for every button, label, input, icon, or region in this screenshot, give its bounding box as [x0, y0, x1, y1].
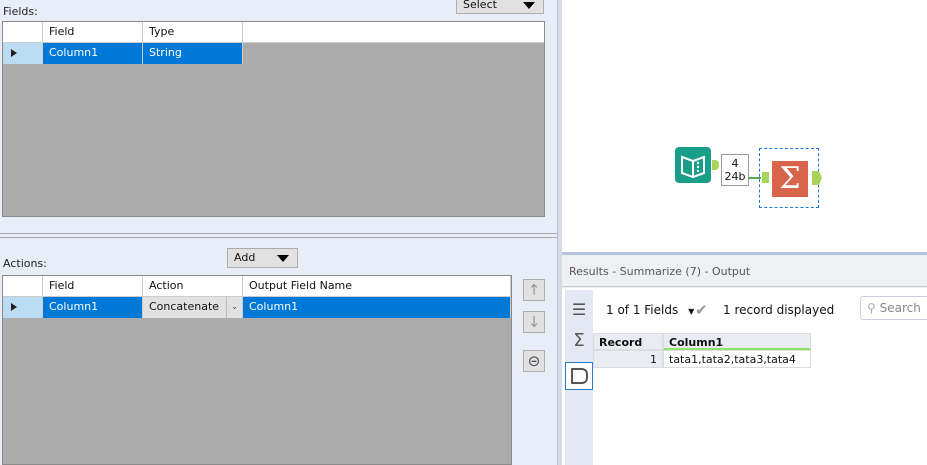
output-anchor[interactable] [712, 160, 719, 170]
table-view-icon[interactable]: ☰ [570, 300, 588, 319]
fields-grid[interactable]: Field Type Column1 String [2, 21, 545, 217]
splitter[interactable] [0, 233, 557, 238]
header-corner [3, 22, 43, 42]
sigma-icon[interactable]: Σ [570, 330, 588, 351]
cell-column1[interactable]: tata1,tata2,tata3,tata4 [663, 350, 811, 368]
col-output-field-name[interactable]: Output Field Name [243, 276, 511, 296]
output-tag-icon[interactable] [565, 362, 593, 390]
fields-selector[interactable]: 1 of 1 Fields ▼ [606, 303, 694, 317]
actions-grid-header: Field Action Output Field Name [3, 276, 511, 297]
fields-grid-header: Field Type [3, 22, 544, 43]
results-border [562, 252, 927, 255]
arrow-up-icon: ↑ [527, 281, 541, 299]
output-anchor[interactable] [812, 171, 822, 185]
col-field[interactable]: Field [43, 22, 143, 42]
minus-circle-icon: ⊝ [527, 352, 541, 370]
chevron-down-icon [277, 255, 289, 262]
select-dropdown[interactable]: Select [456, 0, 544, 14]
book-icon [681, 155, 705, 179]
arrow-down-icon: ↓ [527, 313, 541, 331]
action-select[interactable]: Concatenate ⌄ [143, 297, 243, 318]
add-label: Add [234, 251, 256, 264]
remove-button[interactable]: ⊝ [523, 350, 545, 372]
table-row[interactable]: Column1 Concatenate ⌄ Column1 [3, 297, 511, 318]
actions-label: Actions: [3, 257, 47, 270]
move-down-button[interactable]: ↓ [523, 311, 545, 333]
table-row[interactable]: Column1 String [3, 43, 243, 64]
actions-grid[interactable]: Field Action Output Field Name Column1 C… [2, 275, 512, 465]
checkmark-icon: ✔ [695, 301, 708, 319]
sigma-icon: Σ [772, 161, 808, 197]
fields-selector-label: 1 of 1 Fields [606, 303, 679, 317]
chevron-down-icon [523, 2, 535, 9]
chevron-down-icon[interactable]: ⌄ [226, 297, 242, 318]
select-label: Select [463, 0, 497, 11]
add-dropdown[interactable]: Add [227, 248, 298, 268]
record-status: 1 record displayed [723, 303, 835, 317]
cell-type[interactable]: String [143, 43, 243, 64]
workflow-canvas[interactable]: 4 24b Σ [562, 0, 927, 252]
search-input[interactable]: ⚲ Search [860, 296, 927, 320]
cell-output-field-name[interactable]: Column1 [243, 297, 511, 318]
cell-field[interactable]: Column1 [43, 297, 143, 318]
cell-field[interactable]: Column1 [43, 43, 143, 64]
cell-record: 1 [593, 350, 663, 368]
col-field[interactable]: Field [43, 276, 143, 296]
col-record[interactable]: Record [593, 333, 663, 350]
connection-info: 4 24b [721, 154, 749, 186]
col-column1[interactable]: Column1 [663, 333, 811, 350]
data-size: 24b [724, 170, 746, 183]
fields-label: Fields: [3, 5, 38, 18]
row-indicator-icon [3, 43, 43, 64]
chevron-down-icon: ▼ [688, 307, 695, 316]
input-anchor[interactable] [762, 172, 769, 183]
record-count: 4 [731, 157, 739, 170]
search-placeholder: Search [879, 301, 921, 315]
header-corner [3, 276, 43, 296]
results-sidebar: ☰ Σ [565, 290, 593, 465]
move-up-button[interactable]: ↑ [523, 279, 545, 301]
search-icon: ⚲ [867, 301, 876, 315]
action-value: Concatenate [149, 300, 220, 313]
input-data-tool[interactable] [675, 147, 711, 183]
col-type[interactable]: Type [143, 22, 243, 42]
summarize-tool-selection[interactable]: Σ [759, 148, 822, 208]
results-title: Results - Summarize (7) - Output [562, 256, 927, 287]
row-indicator-icon [3, 297, 43, 318]
col-action[interactable]: Action [143, 276, 243, 296]
